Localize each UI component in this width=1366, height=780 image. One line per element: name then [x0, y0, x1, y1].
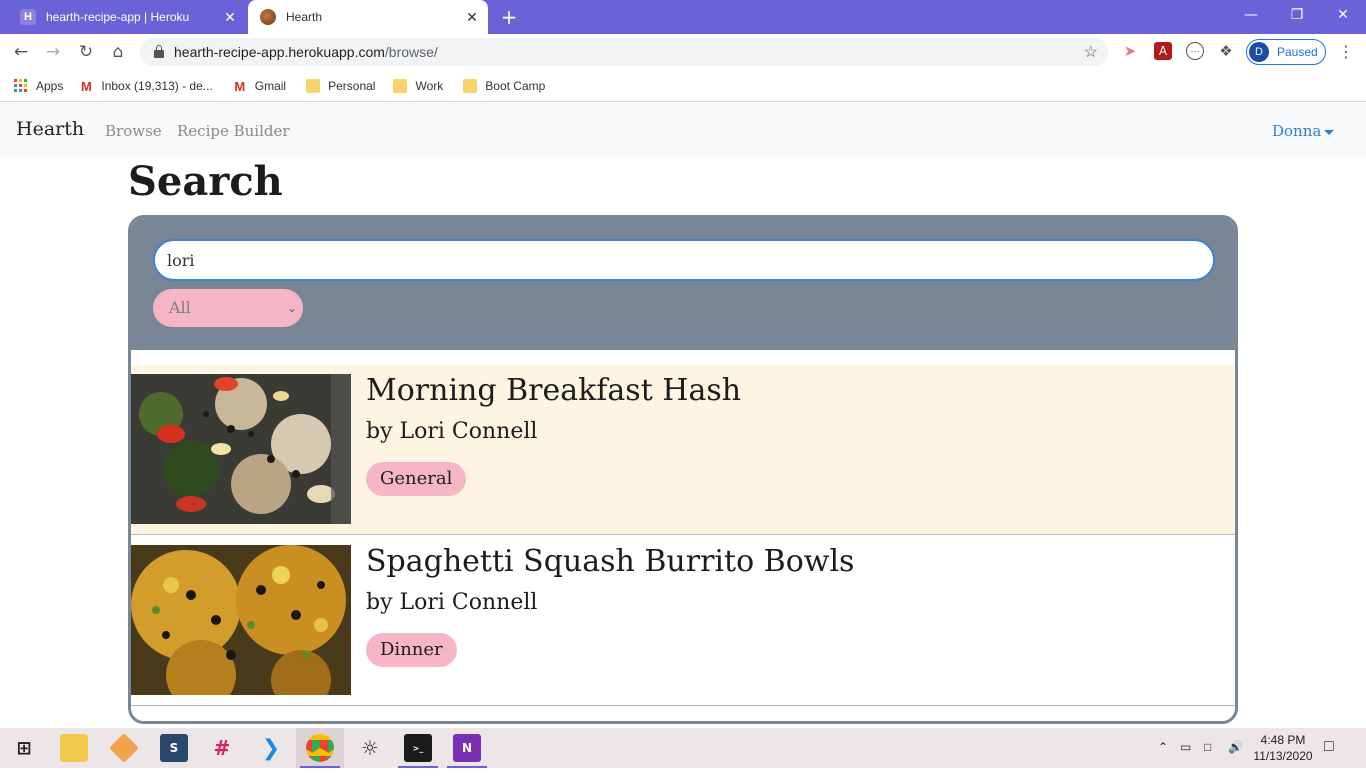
bookmark-label: Gmail	[254, 78, 287, 93]
volume-icon[interactable]: 🔊	[1228, 740, 1243, 780]
bookmark-personal[interactable]: Personal	[306, 78, 376, 93]
globe-icon[interactable]: ☼	[356, 734, 384, 762]
browser-tab-heroku[interactable]: H hearth-recipe-app | Heroku ✕	[8, 0, 246, 34]
browser-tab-hearth[interactable]: Hearth ✕	[248, 0, 488, 34]
close-tab-icon[interactable]: ✕	[220, 9, 240, 26]
terminal-icon[interactable]: >_	[404, 734, 432, 762]
file-explorer-icon[interactable]	[60, 734, 88, 762]
extension-icon[interactable]: ➤	[1121, 42, 1139, 60]
avatar: D	[1249, 42, 1269, 62]
lock-icon	[154, 45, 164, 58]
heroku-icon: H	[20, 9, 36, 25]
bookmark-star-icon[interactable]: ☆	[1084, 42, 1098, 62]
menu-icon[interactable]: ⋮	[1338, 42, 1354, 61]
apps-grid-icon	[14, 78, 28, 93]
tab-title: Hearth	[286, 10, 323, 24]
recipe-title[interactable]: Spaghetti Squash Burrito Bowls	[366, 544, 854, 579]
windows-taskbar: ⊞ S # ❯ ☼ >_ N ⌃ ▭ □ 🔊 4:48 PM 11/13/202…	[0, 728, 1366, 768]
back-button[interactable]: ←	[9, 41, 33, 63]
clock-date: 11/13/2020	[1253, 749, 1313, 763]
url-path: /browse/	[384, 44, 438, 60]
new-tab-button[interactable]: +	[498, 6, 520, 28]
folder-icon	[393, 78, 408, 93]
onenote-icon[interactable]: N	[453, 734, 481, 762]
profile-status: Paused	[1277, 45, 1318, 59]
bookmark-label: Boot Camp	[485, 78, 546, 93]
reload-button[interactable]: ↻	[74, 41, 98, 63]
tab-title: hearth-recipe-app | Heroku	[46, 10, 190, 24]
clock[interactable]: 4:48 PM 11/13/2020	[1250, 732, 1316, 764]
acrobat-icon[interactable]: A	[1154, 42, 1172, 60]
search-panel: All ⌄	[128, 215, 1238, 724]
nav-browse-link[interactable]: Browse	[105, 122, 162, 140]
address-bar[interactable]: hearth-recipe-app.herokuapp.com /browse/…	[140, 38, 1108, 66]
clock-time: 4:48 PM	[1260, 733, 1306, 747]
bookmark-gmail[interactable]: M Gmail	[233, 78, 287, 94]
close-tab-icon[interactable]: ✕	[462, 9, 482, 26]
bookmark-inbox[interactable]: M Inbox (19,313) - de...	[79, 78, 213, 94]
gmail-icon: M	[80, 78, 92, 94]
minimize-button[interactable]: —	[1228, 0, 1274, 34]
puzzle-icon[interactable]: ❖	[1217, 42, 1235, 60]
bookmark-label: Apps	[36, 78, 64, 93]
battery-icon[interactable]: ▭	[1180, 740, 1191, 780]
chrome-icon[interactable]	[306, 734, 334, 762]
category-select[interactable]: All ⌄	[153, 289, 303, 327]
recipe-thumbnail[interactable]	[131, 374, 351, 524]
brand-link[interactable]: Hearth	[16, 118, 84, 140]
bookmark-apps[interactable]: Apps	[14, 78, 64, 93]
recipe-author: by Lori Connell	[366, 419, 538, 444]
page-title: Search	[128, 158, 283, 205]
bookmark-label: Inbox (19,313) - de...	[101, 78, 213, 93]
network-icon[interactable]: □	[1204, 740, 1211, 780]
chevron-down-icon: ⌄	[286, 301, 297, 315]
category-badge: Dinner	[366, 633, 457, 667]
result-item[interactable]: Spaghetti Squash Burrito Bowls by Lori C…	[131, 536, 1235, 706]
notifications-icon[interactable]: □	[1324, 738, 1334, 778]
bookmark-label: Work	[415, 78, 444, 93]
git-icon[interactable]	[109, 733, 139, 763]
bookmark-boot-camp[interactable]: Boot Camp	[463, 78, 546, 93]
restore-button[interactable]: ❐	[1274, 0, 1320, 34]
caret-down-icon	[1324, 129, 1335, 135]
user-name: Donna	[1272, 122, 1322, 140]
app-navbar: Hearth Browse Recipe Builder Donna	[0, 103, 1366, 159]
tray-chevron-icon[interactable]: ⌃	[1158, 740, 1168, 780]
category-badge: General	[366, 462, 467, 496]
extension-icon[interactable]: …	[1186, 42, 1204, 60]
bookmark-label: Personal	[328, 78, 376, 93]
folder-icon	[306, 78, 321, 93]
recipe-author: by Lori Connell	[366, 590, 538, 615]
search-controls: All ⌄	[131, 218, 1235, 350]
close-window-button[interactable]: ✕	[1320, 0, 1366, 34]
bookmark-work[interactable]: Work	[393, 78, 444, 93]
browser-toolbar: ← → ↻ ⌂ hearth-recipe-app.herokuapp.com …	[0, 34, 1366, 70]
hearth-icon	[260, 9, 276, 25]
nav-recipe-builder-link[interactable]: Recipe Builder	[177, 122, 290, 140]
profile-button[interactable]: D Paused	[1246, 39, 1326, 65]
gmail-icon: M	[234, 78, 246, 94]
vscode-icon[interactable]: ❯	[257, 734, 285, 762]
bookmarks-bar: Apps M Inbox (19,313) - de... M Gmail Pe…	[0, 70, 1366, 102]
user-dropdown[interactable]: Donna	[1272, 122, 1335, 140]
search-input[interactable]	[153, 239, 1215, 281]
result-item[interactable]: Morning Breakfast Hash by Lori Connell G…	[131, 365, 1235, 535]
home-button[interactable]: ⌂	[106, 41, 130, 63]
folder-icon	[463, 78, 478, 93]
category-selected: All	[169, 298, 191, 317]
browser-tab-strip: H hearth-recipe-app | Heroku ✕ Hearth ✕ …	[0, 0, 1366, 34]
slack-icon[interactable]: #	[208, 734, 236, 762]
url-host: hearth-recipe-app.herokuapp.com	[174, 44, 385, 60]
forward-button[interactable]: →	[41, 41, 65, 63]
recipe-title[interactable]: Morning Breakfast Hash	[366, 373, 741, 408]
mysql-workbench-icon[interactable]: S	[160, 734, 188, 762]
windows-start-icon[interactable]: ⊞	[10, 734, 38, 762]
recipe-thumbnail[interactable]	[131, 545, 351, 695]
